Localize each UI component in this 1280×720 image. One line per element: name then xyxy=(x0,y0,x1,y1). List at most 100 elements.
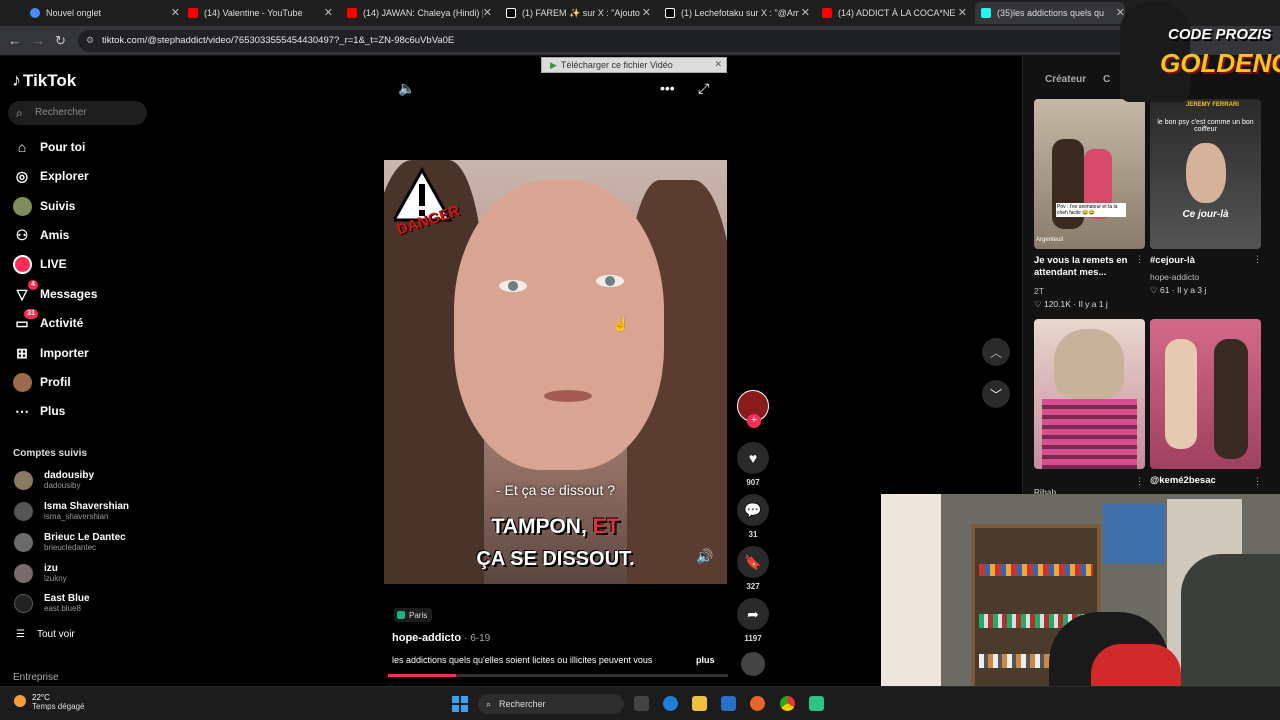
address-bar[interactable]: ⚙ tiktok.com/@stephaddict/video/76530335… xyxy=(78,30,1138,52)
nav-messages[interactable]: ▽ 4 Messages xyxy=(12,280,97,305)
file-explorer-icon[interactable] xyxy=(692,696,707,711)
close-tab-icon[interactable]: ✕ xyxy=(324,6,333,19)
video-thumbnail[interactable]: Pov : t'es animateur et ta la cheh facil… xyxy=(1034,99,1145,249)
video-thumbnail[interactable] xyxy=(1034,319,1145,469)
search-icon: ⌕ xyxy=(486,698,492,709)
video-author[interactable]: hope-addicto xyxy=(1150,272,1199,282)
nav-importer[interactable]: ⊞ Importer xyxy=(12,342,89,364)
close-icon[interactable]: ✕ xyxy=(714,59,722,70)
next-video-button[interactable]: ﹀ xyxy=(982,380,1010,408)
music-disc[interactable] xyxy=(736,652,770,676)
video-frame-face xyxy=(454,180,664,470)
video-caption[interactable]: Je vous la remets en attendant mes... xyxy=(1034,255,1139,279)
avatar xyxy=(14,532,33,552)
thumbnail-overlay-text: Ce jour-là xyxy=(1182,209,1229,220)
volume-icon[interactable]: 🔈 xyxy=(398,80,415,97)
browser-tab[interactable]: Nouvel onglet ✕ xyxy=(30,2,180,24)
video-caption[interactable]: @kemé2besac xyxy=(1150,475,1216,487)
creator-avatar[interactable]: + xyxy=(736,390,770,428)
enterprise-link[interactable]: Entreprise xyxy=(13,672,59,683)
close-tab-icon[interactable]: ✕ xyxy=(958,6,967,19)
url-text[interactable]: tiktok.com/@stephaddict/video/7653033555… xyxy=(102,35,454,46)
youtube-icon xyxy=(188,8,198,18)
fullscreen-icon[interactable]: ⤢ xyxy=(698,80,709,97)
close-tab-icon[interactable]: ✕ xyxy=(642,6,651,19)
nav-suivis[interactable]: Suivis xyxy=(12,195,75,217)
nav-explorer[interactable]: ◎ Explorer xyxy=(12,165,89,187)
close-tab-icon[interactable]: ✕ xyxy=(171,6,180,19)
back-icon[interactable]: ← xyxy=(8,33,21,48)
tiktok-note-icon: ♪ xyxy=(12,70,21,90)
avatar xyxy=(14,470,33,490)
more-options-icon[interactable]: ⋮ xyxy=(1135,254,1144,265)
browser-tab-active[interactable]: (35)les addictions quels qu ✕ xyxy=(975,2,1125,24)
windows-start-icon[interactable] xyxy=(452,696,468,712)
nav-amis[interactable]: ⚇ Amis xyxy=(12,224,70,246)
tiktok-logo[interactable]: ♪ TikTok xyxy=(12,70,76,91)
list-icon: ☰ xyxy=(16,629,25,640)
more-options-icon[interactable]: ⋮ xyxy=(1135,476,1144,487)
app-icon[interactable] xyxy=(809,696,824,711)
more-icon: ⋯ xyxy=(15,402,29,419)
edge-icon[interactable] xyxy=(663,696,678,711)
nav-profil[interactable]: Profil xyxy=(12,371,71,393)
store-icon[interactable] xyxy=(721,696,736,711)
see-all-link[interactable]: ☰ Tout voir xyxy=(16,629,75,640)
nav-live[interactable]: LIVE xyxy=(12,253,67,275)
search-input[interactable]: ⌕ Rechercher xyxy=(8,101,147,125)
browser-tab[interactable]: (1) Lechefotaku sur X : "@Ama ✕ xyxy=(665,2,810,24)
more-options-icon[interactable]: ••• xyxy=(660,80,675,96)
video-player[interactable]: DANGER - Et ça se dissout ? TAMPON, ET Ç… xyxy=(384,160,727,584)
close-tab-icon[interactable]: ✕ xyxy=(483,6,492,19)
followed-account[interactable]: izu izukny xyxy=(14,563,67,583)
previous-video-button[interactable]: ︿ xyxy=(982,338,1010,366)
thumbnail-overlay-text: JEREMY FERRARI xyxy=(1186,102,1239,108)
more-button[interactable]: plus xyxy=(696,655,715,665)
browser-tab[interactable]: (14) Valentine - YouTube ✕ xyxy=(188,2,333,24)
location-tag[interactable]: Paris xyxy=(394,608,433,622)
download-video-bar[interactable]: ▶ Télécharger ce fichier Vidéo ✕ xyxy=(541,57,727,73)
video-thumbnail[interactable]: JEREMY FERRARI le bon psy c'est comme un… xyxy=(1150,99,1261,249)
nav-plus[interactable]: ⋯ Plus xyxy=(12,400,65,422)
like-button[interactable]: ♥ 907 xyxy=(736,442,770,487)
browser-tab[interactable]: (14) ADDICT À LA COCA*NE : A ✕ xyxy=(822,2,967,24)
site-info-icon[interactable]: ⚙ xyxy=(86,35,94,46)
followed-account[interactable]: Isma Shavershian isma_shavershian xyxy=(14,501,129,521)
video-progress-bar[interactable] xyxy=(388,674,728,677)
save-button[interactable]: 🔖 327 xyxy=(736,546,770,591)
taskbar-search[interactable]: ⌕ Rechercher xyxy=(478,694,624,714)
video-thumbnail[interactable] xyxy=(1150,319,1261,469)
location-pin-icon xyxy=(397,611,405,619)
followed-account[interactable]: Brieuc Le Dantec brieucledantec xyxy=(14,532,126,552)
browser-tab[interactable]: (14) JAWAN: Chaleya (Hindi) | S ✕ xyxy=(347,2,492,24)
nav-pour-toi[interactable]: ⌂ Pour toi xyxy=(12,136,86,158)
more-options-icon[interactable]: ⋮ xyxy=(1253,476,1262,487)
task-view-icon[interactable] xyxy=(634,696,649,711)
forward-icon[interactable]: → xyxy=(32,33,45,48)
video-author[interactable]: 2T xyxy=(1034,286,1044,296)
more-options-icon[interactable]: ⋮ xyxy=(1253,254,1262,265)
followed-account[interactable]: dadousiby dadousiby xyxy=(14,470,94,490)
mouse-cursor-icon: ☝ xyxy=(612,316,630,332)
tab-other[interactable]: C xyxy=(1103,74,1110,85)
video-author[interactable]: hope-addicto · 6-19 xyxy=(392,632,490,644)
video-sound-icon[interactable]: 🔊 xyxy=(696,548,713,565)
reload-icon[interactable]: ↻ xyxy=(55,33,66,49)
video-caption[interactable]: #cejour-là xyxy=(1150,255,1195,267)
tab-createur[interactable]: Créateur xyxy=(1045,74,1086,85)
firefox-icon[interactable] xyxy=(750,696,765,711)
comment-button[interactable]: 💬 31 xyxy=(736,494,770,539)
nav-activite[interactable]: ▭ 31 Activité xyxy=(12,309,83,334)
followed-account[interactable]: East Blue east.blue8 xyxy=(14,593,90,613)
browser-tab[interactable]: (1) FAREM ✨ sur X : "Ajouton ✕ xyxy=(506,2,651,24)
start-tile xyxy=(452,705,459,712)
related-videos-panel: Créateur C Pov : t'es animateur et ta la… xyxy=(1022,56,1280,500)
close-tab-icon[interactable]: ✕ xyxy=(801,6,810,19)
x-icon xyxy=(665,8,675,18)
share-button[interactable]: ➦ 1197 xyxy=(736,598,770,643)
chrome-icon[interactable] xyxy=(780,696,795,711)
x-icon xyxy=(506,8,516,18)
heart-icon: ♥ xyxy=(737,442,769,474)
follow-plus-icon[interactable]: + xyxy=(747,414,761,428)
weather-widget[interactable]: 22°C Temps dégagé xyxy=(14,693,84,711)
